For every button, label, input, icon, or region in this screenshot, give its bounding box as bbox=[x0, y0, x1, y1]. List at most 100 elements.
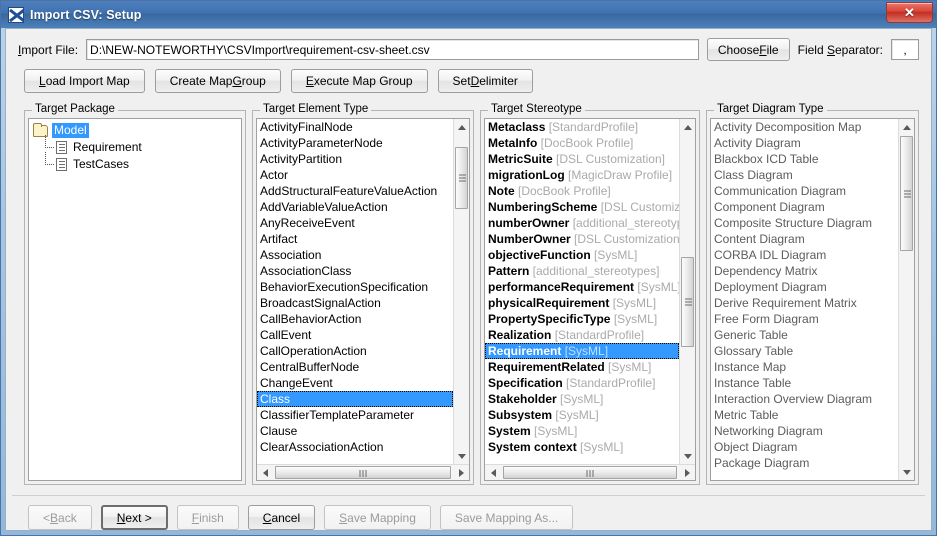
stereotype-vscrollbar[interactable] bbox=[679, 119, 695, 464]
list-item[interactable]: Blackbox ICD Table bbox=[711, 151, 898, 167]
list-item[interactable]: CallEvent bbox=[257, 327, 453, 343]
list-item[interactable]: Object Diagram bbox=[711, 439, 898, 455]
list-item[interactable]: Actor bbox=[257, 167, 453, 183]
list-item[interactable]: AddVariableValueAction bbox=[257, 199, 453, 215]
list-item[interactable]: migrationLog [MagicDraw Profile] bbox=[485, 167, 679, 183]
list-item[interactable]: Instance Table bbox=[711, 375, 898, 391]
list-item[interactable]: Subsystem [SysML] bbox=[485, 407, 679, 423]
list-item[interactable]: Clause bbox=[257, 423, 453, 439]
scroll-up-icon[interactable] bbox=[680, 119, 696, 135]
list-item[interactable]: Generic Table bbox=[711, 327, 898, 343]
hscroll-thumb[interactable] bbox=[275, 465, 451, 479]
list-item[interactable]: Pattern [additional_stereotypes] bbox=[485, 263, 679, 279]
list-item[interactable]: ActivityFinalNode bbox=[257, 119, 453, 135]
title-bar[interactable]: Import CSV: Setup ✕ bbox=[1, 1, 936, 28]
list-item[interactable]: Derive Requirement Matrix bbox=[711, 295, 898, 311]
list-item[interactable]: Content Diagram bbox=[711, 231, 898, 247]
list-item[interactable]: Networking Diagram bbox=[711, 423, 898, 439]
element-type-hscrollbar[interactable] bbox=[257, 464, 469, 480]
list-item[interactable]: Artifact bbox=[257, 231, 453, 247]
list-item[interactable]: Composite Structure Diagram bbox=[711, 215, 898, 231]
list-item[interactable]: NumberingScheme [DSL Customization] bbox=[485, 199, 679, 215]
list-item[interactable]: Component Diagram bbox=[711, 199, 898, 215]
vscroll-track[interactable] bbox=[454, 135, 470, 448]
scroll-right-icon[interactable] bbox=[453, 465, 469, 481]
close-button[interactable]: ✕ bbox=[886, 2, 933, 23]
scroll-down-icon[interactable] bbox=[680, 448, 696, 464]
list-item[interactable]: Note [DocBook Profile] bbox=[485, 183, 679, 199]
execute-map-group-button[interactable]: Execute Map Group bbox=[290, 69, 428, 93]
list-item[interactable]: Interaction Overview Diagram bbox=[711, 391, 898, 407]
tree-item-testcases[interactable]: TestCases bbox=[33, 152, 239, 173]
list-item[interactable]: RequirementRelated [SysML] bbox=[485, 359, 679, 375]
list-item[interactable]: CentralBufferNode bbox=[257, 359, 453, 375]
vscroll-track[interactable] bbox=[899, 135, 915, 464]
list-item[interactable]: Deployment Diagram bbox=[711, 279, 898, 295]
vscroll-thumb[interactable] bbox=[680, 257, 694, 347]
list-item[interactable]: Class Diagram bbox=[711, 167, 898, 183]
list-item[interactable]: Activity Decomposition Map bbox=[711, 119, 898, 135]
list-item[interactable]: Glossary Table bbox=[711, 343, 898, 359]
list-item[interactable]: MetricSuite [DSL Customization] bbox=[485, 151, 679, 167]
scroll-up-icon[interactable] bbox=[899, 119, 915, 135]
list-item[interactable]: Metaclass [StandardProfile] bbox=[485, 119, 679, 135]
target-diagram-type-list[interactable]: Activity Decomposition Map Activity Diagr… bbox=[711, 119, 898, 480]
cancel-button[interactable]: Cancel bbox=[247, 505, 316, 530]
list-item[interactable]: AddStructuralFeatureValueAction bbox=[257, 183, 453, 199]
list-item[interactable]: CallOperationAction bbox=[257, 343, 453, 359]
scroll-down-icon[interactable] bbox=[454, 448, 470, 464]
list-item[interactable]: performanceRequirement [SysML] bbox=[485, 279, 679, 295]
next-button[interactable]: Next > bbox=[100, 505, 168, 530]
list-item[interactable]: ActivityPartition bbox=[257, 151, 453, 167]
list-item[interactable]: ChangeEvent bbox=[257, 375, 453, 391]
list-item[interactable]: Dependency Matrix bbox=[711, 263, 898, 279]
stereotype-hscrollbar[interactable] bbox=[485, 464, 695, 480]
list-item[interactable]: System [SysML] bbox=[485, 423, 679, 439]
list-item[interactable]: Requirement [SysML] bbox=[485, 343, 679, 359]
list-item[interactable]: AssociationClass bbox=[257, 263, 453, 279]
list-item[interactable]: Package Diagram bbox=[711, 455, 898, 471]
list-item[interactable]: BehaviorExecutionSpecification bbox=[257, 279, 453, 295]
vscroll-track[interactable] bbox=[680, 135, 696, 448]
tree-item-model[interactable]: Model bbox=[33, 122, 239, 139]
hscroll-track[interactable] bbox=[501, 465, 679, 481]
list-item[interactable]: ClassifierTemplateParameter bbox=[257, 407, 453, 423]
scroll-right-icon[interactable] bbox=[679, 465, 695, 481]
list-item[interactable]: Activity Diagram bbox=[711, 135, 898, 151]
vscroll-thumb[interactable] bbox=[454, 147, 468, 209]
list-item[interactable]: CORBA IDL Diagram bbox=[711, 247, 898, 263]
vscroll-thumb[interactable] bbox=[899, 136, 913, 251]
list-item[interactable]: Communication Diagram bbox=[711, 183, 898, 199]
list-item[interactable]: physicalRequirement [SysML] bbox=[485, 295, 679, 311]
hscroll-thumb[interactable] bbox=[503, 465, 677, 479]
list-item[interactable]: Instance Map bbox=[711, 359, 898, 375]
list-item[interactable]: CallBehaviorAction bbox=[257, 311, 453, 327]
hscroll-track[interactable] bbox=[273, 465, 453, 481]
choose-file-button[interactable]: Choose File bbox=[706, 38, 790, 61]
list-item[interactable]: NumberOwner [DSL Customization] bbox=[485, 231, 679, 247]
scroll-down-icon[interactable] bbox=[899, 464, 915, 480]
set-delimiter-button[interactable]: Set Delimiter bbox=[437, 69, 533, 93]
load-import-map-button[interactable]: Load Import Map bbox=[24, 69, 145, 93]
scroll-left-icon[interactable] bbox=[485, 465, 501, 481]
list-item[interactable]: ClearAssociationAction bbox=[257, 439, 453, 455]
list-item[interactable]: Metric Table bbox=[711, 407, 898, 423]
import-file-input[interactable]: D:\NEW-NOTEWORTHY\CSVImport\requirement-… bbox=[86, 39, 699, 60]
tree-item-requirement[interactable]: Requirement bbox=[33, 135, 239, 156]
list-item[interactable]: Stakeholder [SysML] bbox=[485, 391, 679, 407]
list-item[interactable]: BroadcastSignalAction bbox=[257, 295, 453, 311]
diagram-type-vscrollbar[interactable] bbox=[898, 119, 914, 480]
scroll-up-icon[interactable] bbox=[454, 119, 470, 135]
list-item[interactable]: Class bbox=[257, 391, 453, 407]
list-item[interactable]: PropertySpecificType [SysML] bbox=[485, 311, 679, 327]
create-map-group-button[interactable]: Create Map Group bbox=[154, 69, 281, 93]
list-item[interactable]: ActivityParameterNode bbox=[257, 135, 453, 151]
list-item[interactable]: Specification [StandardProfile] bbox=[485, 375, 679, 391]
list-item[interactable]: Realization [StandardProfile] bbox=[485, 327, 679, 343]
field-separator-input[interactable]: , bbox=[891, 39, 919, 60]
list-item[interactable]: numberOwner [additional_stereotypes] bbox=[485, 215, 679, 231]
list-item[interactable]: AnyReceiveEvent bbox=[257, 215, 453, 231]
target-package-tree-container[interactable]: Model Requirement TestCases bbox=[28, 118, 242, 481]
scroll-left-icon[interactable] bbox=[257, 465, 273, 481]
list-item[interactable]: System context [SysML] bbox=[485, 439, 679, 455]
